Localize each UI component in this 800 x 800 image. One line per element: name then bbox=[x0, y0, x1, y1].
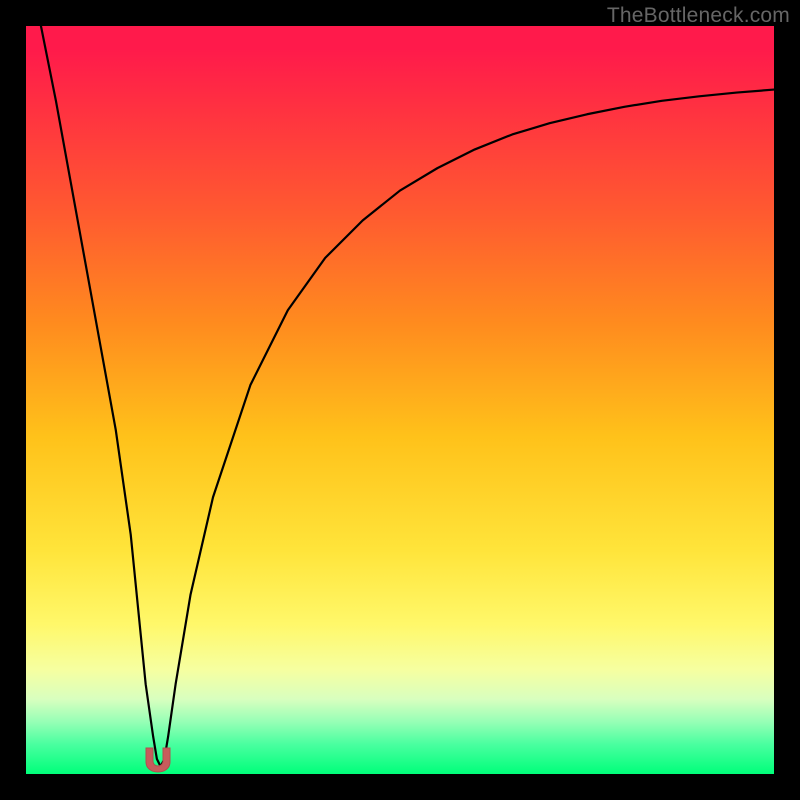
optimal-marker bbox=[140, 746, 176, 774]
watermark-label: TheBottleneck.com bbox=[607, 4, 790, 28]
bottleneck-curve bbox=[26, 26, 774, 774]
chart-frame: TheBottleneck.com bbox=[0, 0, 800, 800]
plot-area bbox=[26, 26, 774, 774]
